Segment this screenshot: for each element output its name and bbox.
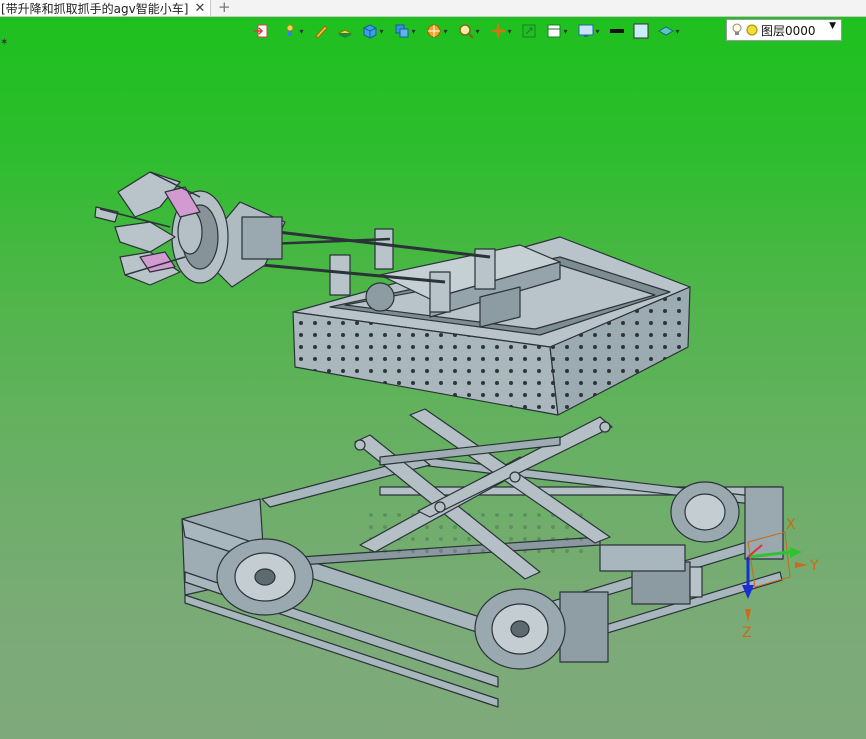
add-tab-icon[interactable]: +: [218, 0, 231, 16]
3d-viewport[interactable]: ✶ ▾ ▾ ▾ ▾ ▾ ▾ ▾ ▾ ▾ 图层0000 ▼ X Y Z: [0, 17, 866, 739]
mecanum-wheel[interactable]: [474, 588, 566, 670]
mecanum-wheel[interactable]: [670, 481, 740, 543]
document-tab[interactable]: [带升降和抓取抓手的agv智能小车] ✕: [0, 0, 211, 16]
tab-bar: [带升降和抓取抓手的agv智能小车] ✕ +: [0, 0, 866, 17]
tab-title: [带升降和抓取抓手的agv智能小车]: [1, 1, 189, 16]
axis-y-label: Y: [809, 558, 819, 574]
agv-3d-model[interactable]: X Y Z: [0, 17, 866, 739]
axis-x-label: X: [786, 517, 796, 533]
mecanum-wheel[interactable]: [216, 538, 314, 616]
close-tab-icon[interactable]: ✕: [194, 1, 205, 16]
axis-z-label: Z: [742, 625, 752, 641]
motor-housing[interactable]: [599, 544, 686, 572]
